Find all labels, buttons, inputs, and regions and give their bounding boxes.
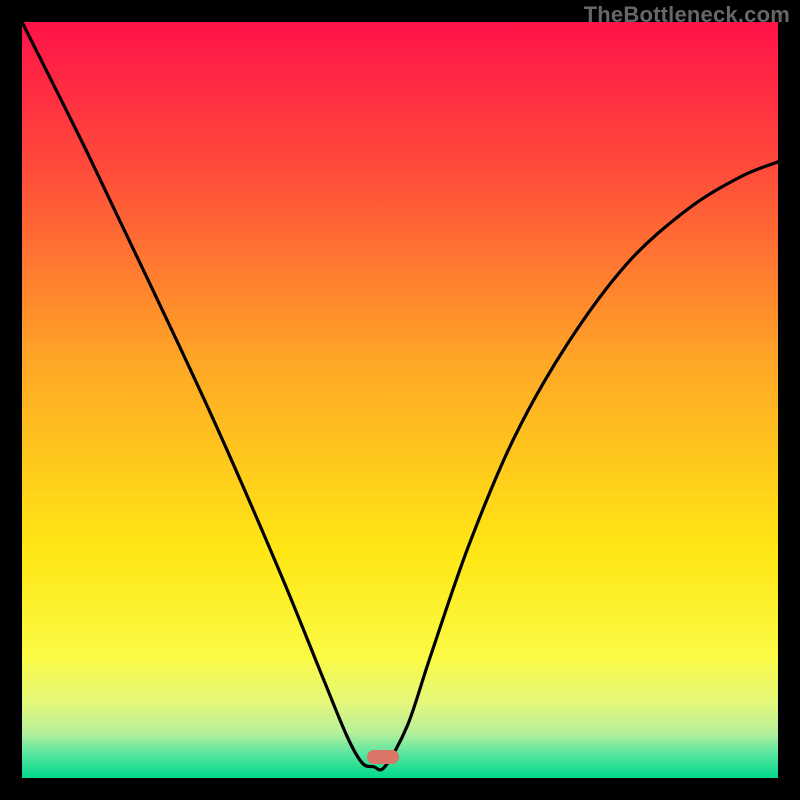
bottleneck-curve bbox=[22, 22, 778, 778]
optimal-marker bbox=[367, 750, 399, 764]
plot-area bbox=[22, 22, 778, 778]
watermark-text: TheBottleneck.com bbox=[584, 2, 790, 28]
chart-frame: TheBottleneck.com bbox=[0, 0, 800, 800]
